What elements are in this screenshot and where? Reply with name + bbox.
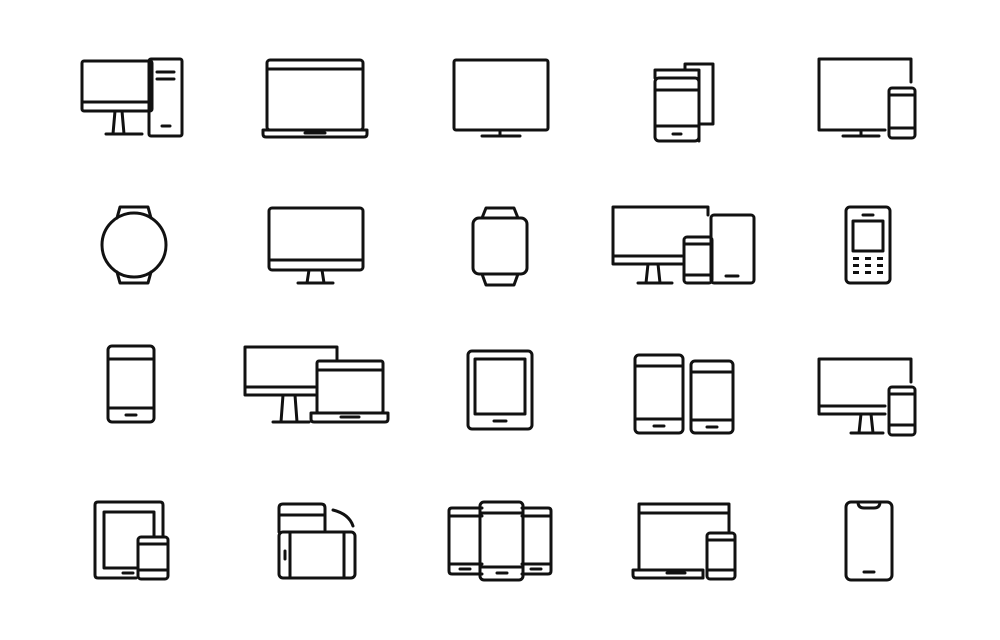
smartwatch-round-icon [62, 175, 202, 315]
multiple-phones-icon [615, 30, 755, 170]
desktop-tower-icon [62, 30, 202, 170]
screen-rotation-icon [245, 460, 385, 600]
imac-icon [245, 175, 385, 315]
monitor-phone-icon [795, 30, 935, 170]
smartwatch-square-icon [430, 175, 570, 315]
icon-grid [0, 0, 1000, 640]
laptop-icon [245, 30, 385, 170]
desktop-laptop-icon [243, 315, 390, 455]
keypad-phone-icon [800, 175, 940, 315]
tablet-phone-icon [62, 460, 202, 600]
two-phones-icon [615, 315, 755, 455]
desktop-phone-tablet-icon [600, 175, 756, 315]
notch-phone-icon [800, 460, 940, 600]
monitor-icon [430, 30, 570, 170]
laptop-phone-icon [615, 460, 755, 600]
three-phones-icon [430, 460, 570, 600]
imac-phone-icon [795, 315, 935, 455]
e-reader-icon [430, 315, 570, 455]
smartphone-icon [62, 315, 202, 455]
